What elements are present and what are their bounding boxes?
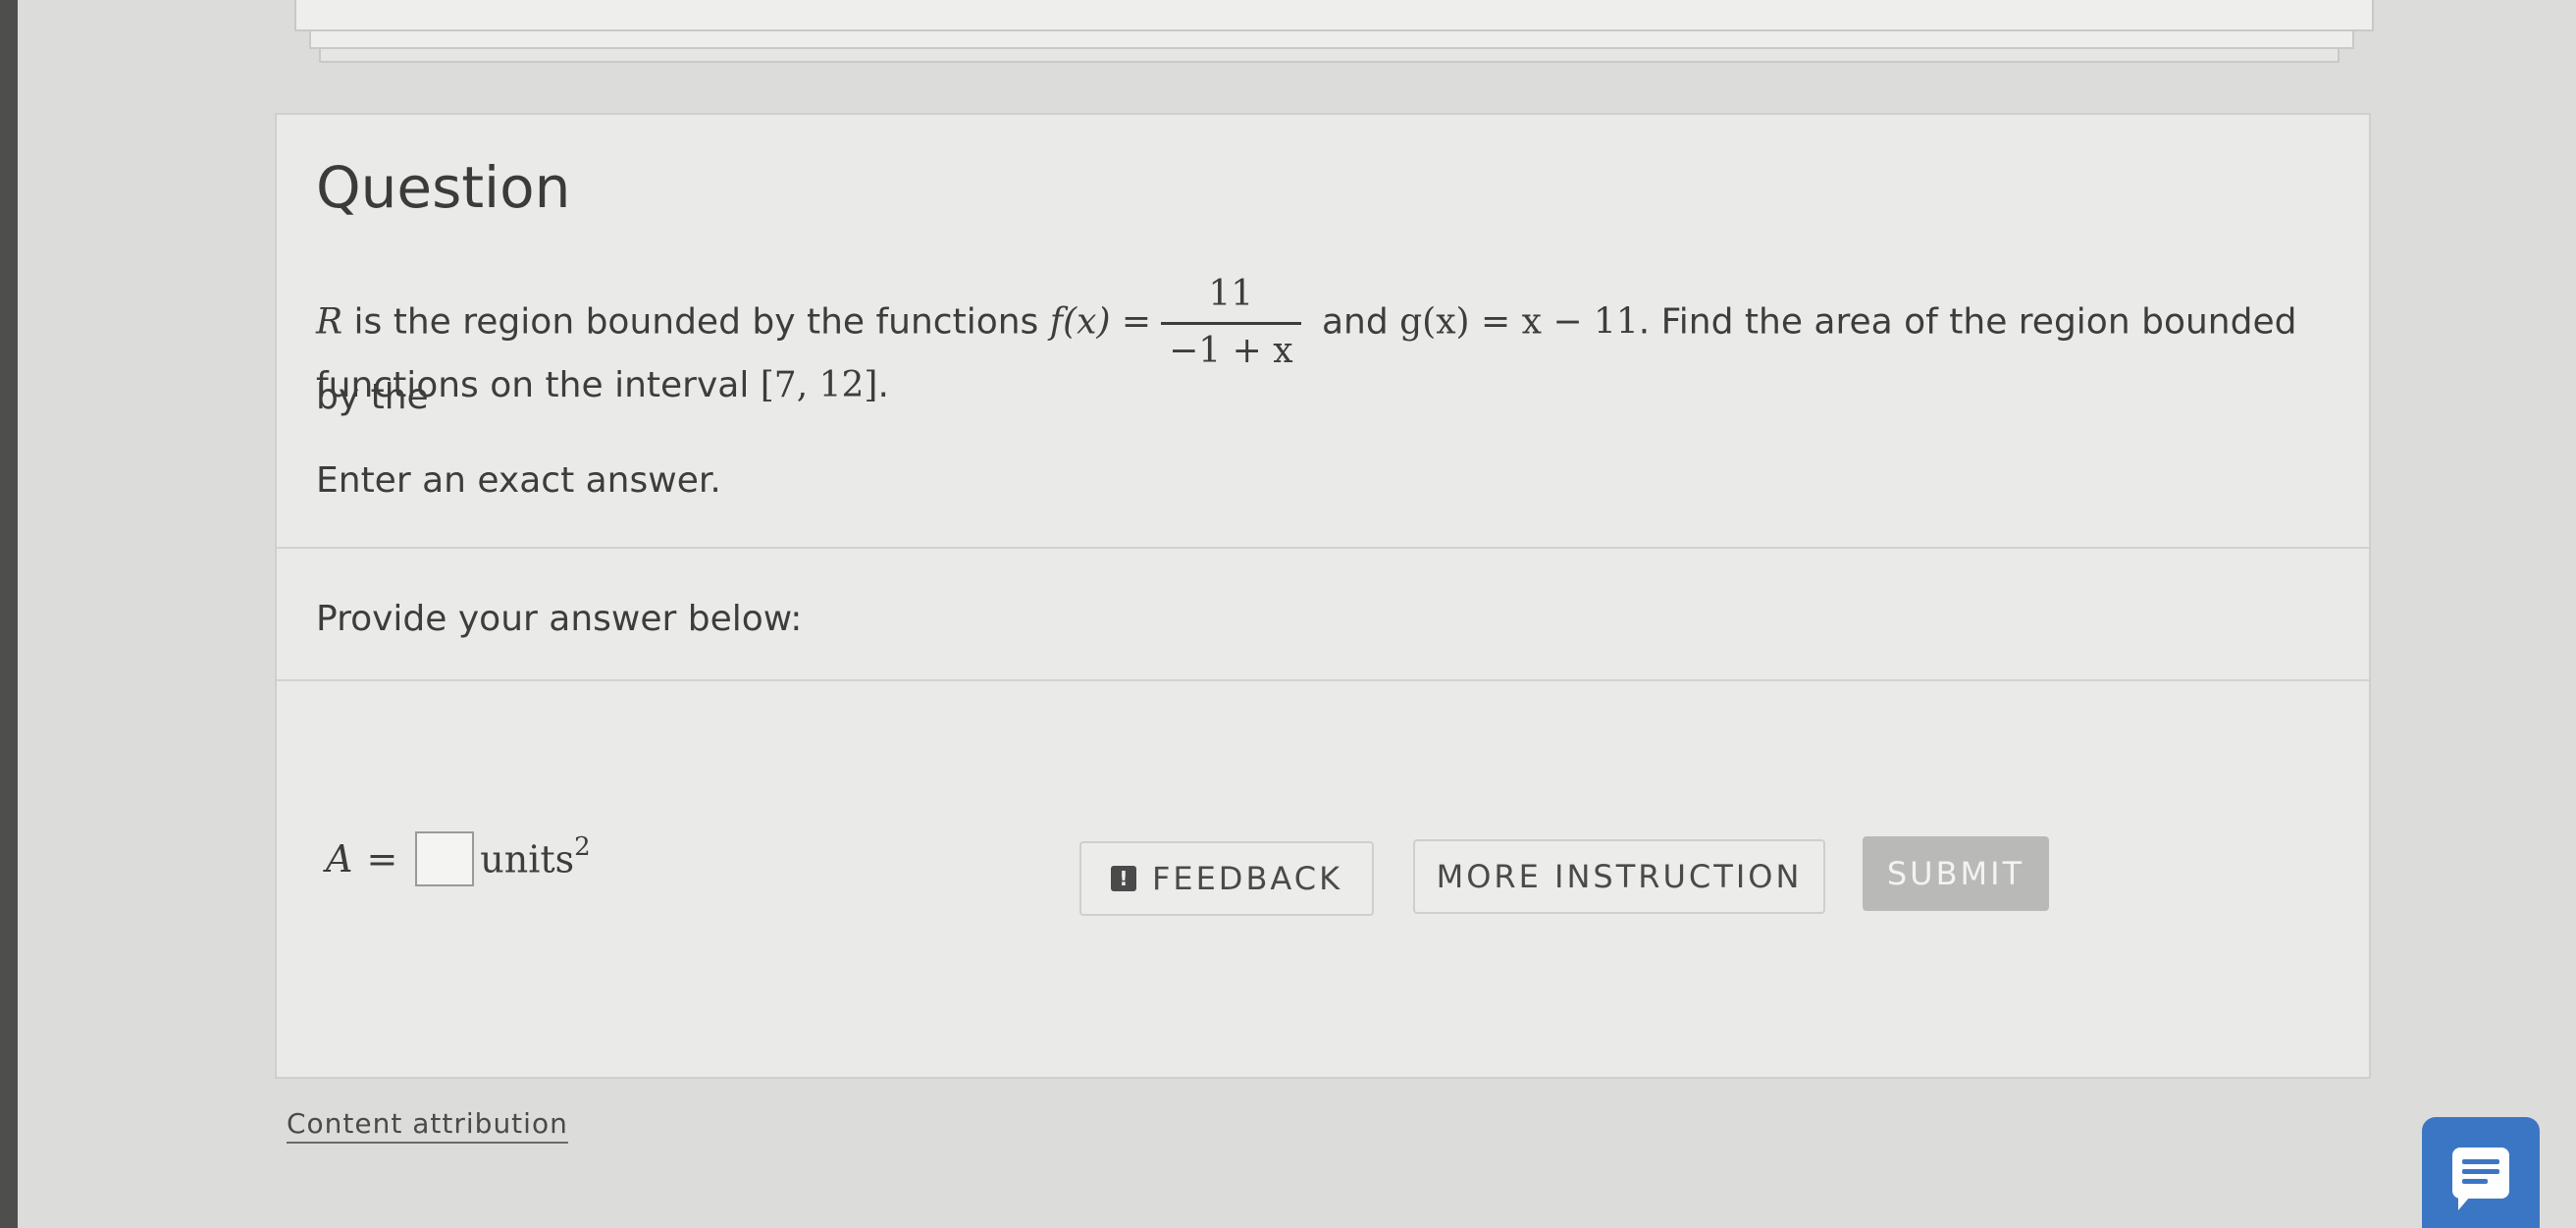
g-definition: g(x) = x − 11 bbox=[1399, 301, 1639, 343]
question-line-2: functions on the interval [7, 12]. bbox=[316, 365, 889, 405]
fraction-numerator: 11 bbox=[1161, 272, 1301, 325]
question-card: Question R is the region bounded by the … bbox=[275, 113, 2371, 1079]
f-fraction: 11 −1 + x bbox=[1161, 272, 1301, 375]
answer-prompt: Provide your answer below: bbox=[316, 599, 803, 639]
screen-edge-shadow bbox=[0, 0, 18, 1228]
more-instruction-button[interactable]: MORE INSTRUCTION bbox=[1413, 839, 1825, 914]
answer-input[interactable] bbox=[415, 831, 475, 886]
submit-button[interactable]: SUBMIT bbox=[1863, 836, 2049, 911]
content-attribution-link[interactable]: Content attribution bbox=[287, 1107, 568, 1144]
f-definition: f(x) = bbox=[1049, 301, 1152, 343]
chat-button[interactable] bbox=[2422, 1117, 2540, 1228]
chat-icon bbox=[2452, 1147, 2509, 1210]
interval: [7, 12] bbox=[760, 365, 878, 405]
section-divider bbox=[277, 679, 2369, 681]
question-intro: is the region bounded by the functions bbox=[342, 301, 1050, 343]
fraction-denominator: −1 + x bbox=[1169, 330, 1293, 371]
answer-instruction: Enter an exact answer. bbox=[316, 460, 721, 501]
question-title: Question bbox=[316, 154, 571, 221]
feedback-button-label: FEEDBACK bbox=[1151, 860, 1343, 897]
answer-variable: A bbox=[326, 837, 353, 881]
stacked-card-edge bbox=[294, 0, 2374, 31]
feedback-icon: ! bbox=[1110, 866, 1136, 891]
answer-row: A = units2 bbox=[326, 831, 591, 886]
region-variable: R bbox=[316, 301, 343, 343]
equals-sign: = bbox=[366, 837, 398, 881]
units-label: units2 bbox=[480, 832, 591, 881]
feedback-button[interactable]: ! FEEDBACK bbox=[1079, 841, 1374, 916]
section-divider bbox=[277, 547, 2369, 549]
